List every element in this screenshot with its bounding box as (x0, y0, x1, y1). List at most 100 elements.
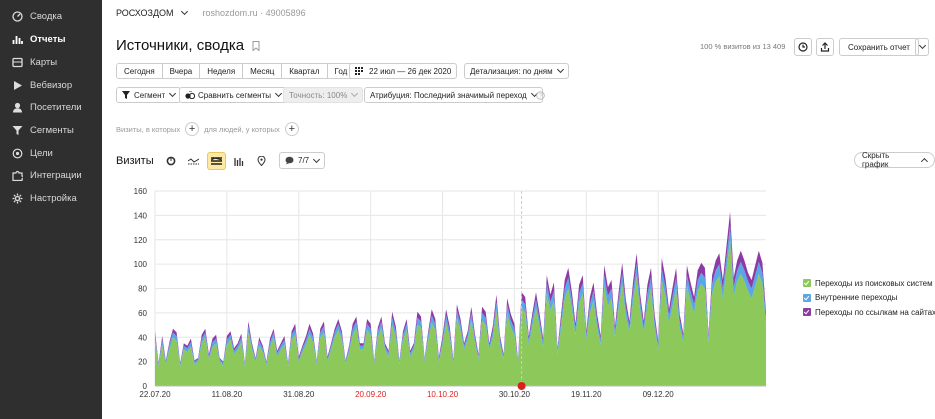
sidebar-item-2[interactable]: Карты (12, 54, 57, 70)
page-title: Источники, сводка (116, 37, 260, 54)
x-tick-label: 31.08.20 (283, 390, 315, 399)
y-tick-label: 80 (138, 285, 147, 294)
sidebar-item-label: Сегменты (30, 124, 74, 136)
filter-icon (122, 91, 130, 99)
series-count: 7/7 (298, 156, 310, 165)
counter-name: РОСХОЗДОМ (116, 8, 174, 18)
attribution-dropdown[interactable]: Атрибуция: Последний значимый переход (364, 87, 543, 103)
export-button[interactable] (816, 38, 834, 56)
visits-filter-label: Визиты, в которых (116, 124, 181, 134)
hide-chart-text: Скрыть график (862, 151, 890, 169)
line-chart-icon (188, 158, 199, 165)
hide-chart-button[interactable]: Скрыть график (854, 151, 935, 169)
legend-item[interactable]: Переходы из поисковых систем (803, 276, 935, 291)
map-chart-toggle[interactable] (252, 152, 271, 170)
chevron-down-icon (351, 89, 359, 98)
annotation-marker-icon (517, 382, 526, 390)
bookmark-icon[interactable] (252, 40, 260, 51)
people-filter-label: для людей, у которых (204, 124, 280, 134)
compare-segments-dropdown[interactable]: Сравнить сегменты (179, 87, 288, 103)
checkbox-icon (803, 279, 811, 288)
sidebar-item-label: Отчеты (30, 33, 66, 45)
area-chart-toggle[interactable] (207, 152, 226, 170)
y-tick-label: 160 (134, 187, 148, 196)
counter-selector[interactable]: РОСХОЗДОМ roshozdom.ru · 49005896 (116, 7, 306, 18)
legend-label: Переходы из поисковых систем (815, 278, 933, 288)
x-tick-label: 11.08.20 (212, 390, 243, 399)
filter-icon (12, 125, 23, 135)
series-selector[interactable]: 7/7 (279, 152, 326, 169)
sidebar-item-5[interactable]: Сегменты (12, 122, 74, 138)
legend-item[interactable]: Переходы по ссылкам на сайтах (803, 305, 935, 320)
add-visit-filter-button[interactable]: + (185, 122, 200, 136)
sidebar-item-0[interactable]: Сводка (12, 8, 62, 24)
x-tick-label: 30.10.20 (499, 390, 531, 399)
visits-area-chart: 02040608010012014016022.07.20 11.08.20 31.… (134, 187, 766, 399)
detail-dropdown[interactable]: Детализация: по дням (464, 63, 569, 79)
chart-metric-label: Визиты (116, 155, 154, 167)
map-pin-icon (257, 156, 266, 166)
map-icon (12, 57, 23, 67)
visits-sample-note: 100 % визитов из 13 409 (700, 42, 786, 51)
period-selector: Сегодня Вчера Неделя Месяц Квартал Год (116, 63, 356, 79)
bar-chart-toggle[interactable] (229, 152, 248, 170)
more-options-button[interactable] (915, 38, 929, 56)
chevron-down-icon (274, 89, 283, 98)
checkbox-icon (803, 308, 811, 317)
puzzle-icon (12, 170, 23, 181)
y-tick-label: 120 (134, 236, 148, 245)
x-tick-label: 10.10.20 (427, 390, 459, 399)
sidebar-item-3[interactable]: Вебвизор (12, 77, 72, 93)
area-chart-icon (211, 156, 222, 165)
period-option[interactable]: Вчера (162, 64, 201, 78)
detail-text: Детализация: по дням (470, 66, 553, 76)
period-option[interactable]: Месяц (243, 64, 283, 78)
compare-icon (185, 91, 195, 99)
bar-chart-icon (233, 157, 243, 166)
pie-chart-toggle[interactable] (161, 152, 180, 170)
chevron-down-icon (180, 7, 188, 16)
chart-legend: Переходы из поисковых систем Внутренние п… (803, 276, 935, 320)
chevron-down-icon (556, 65, 564, 74)
legend-label: Внутренние переходы (815, 293, 898, 303)
chevron-down-icon (169, 89, 177, 98)
upload-icon (820, 42, 830, 52)
x-tick-label: 09.12.20 (643, 390, 675, 399)
line-chart-toggle[interactable] (184, 152, 203, 170)
sidebar-item-6[interactable]: Цели (12, 145, 53, 161)
legend-label: Переходы по ссылкам на сайтах (815, 307, 935, 317)
comment-icon (285, 156, 294, 165)
sidebar: Сводка Отчеты Карты Вебвизор Посетители Сегме… (0, 0, 102, 419)
sidebar-item-label: Вебвизор (30, 79, 73, 91)
sidebar-item-1[interactable]: Отчеты (12, 31, 65, 47)
bar-chart-icon (12, 35, 23, 44)
sidebar-item-label: Цели (30, 147, 53, 159)
play-icon (14, 80, 22, 90)
x-tick-label: 20.09.20 (355, 390, 387, 399)
segment-dropdown[interactable]: Сегмент (116, 87, 182, 103)
filter-row: Визиты, в которых + для людей, у которых… (116, 122, 304, 136)
legend-item[interactable]: Внутренние переходы (803, 291, 935, 306)
compare-text: Сравнить сегменты (198, 90, 272, 100)
period-option[interactable]: Квартал (282, 64, 328, 78)
history-button[interactable] (794, 38, 812, 56)
sidebar-item-label: Настройка (30, 192, 77, 204)
calendar-icon (355, 67, 363, 75)
y-tick-label: 40 (138, 333, 147, 342)
period-option[interactable]: Неделя (200, 64, 244, 78)
sidebar-item-label: Карты (30, 56, 58, 68)
date-range-picker[interactable]: 22 июл — 26 дек 2020 (349, 63, 458, 79)
period-option[interactable]: Сегодня (117, 64, 163, 78)
y-tick-label: 20 (138, 358, 147, 367)
gear-icon (12, 193, 23, 203)
save-report-button[interactable]: Сохранить отчет (839, 38, 919, 56)
sidebar-item-8[interactable]: Настройка (12, 190, 77, 206)
accuracy-dropdown[interactable]: Точность: 100% (283, 87, 364, 103)
sidebar-item-4[interactable]: Посетители (12, 99, 82, 115)
sidebar-item-7[interactable]: Интеграции (12, 167, 82, 183)
pie-chart-icon (166, 156, 175, 166)
page-title-text: Источники, сводка (116, 37, 245, 54)
help-icon[interactable]: ? (536, 91, 545, 100)
add-people-filter-button[interactable]: + (284, 122, 299, 136)
chevron-down-icon (918, 41, 926, 50)
